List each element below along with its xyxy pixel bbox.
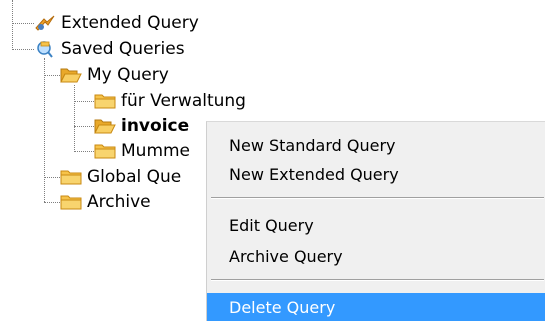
menu-item-label: Archive Query [229,246,343,266]
menu-item-label: Edit Query [229,215,314,235]
tree-node-label: für Verwaltung [121,91,246,111]
tree-node-label: My Query [87,65,169,85]
tree-connector [74,151,94,152]
tree-connector [74,101,94,102]
menu-item-label: New Extended Query [229,164,399,184]
tree-node-archive[interactable]: Archive [60,190,151,214]
menu-item-new-extended-query[interactable]: New Extended Query [207,160,545,188]
folder-icon [94,141,116,161]
tree-connector [74,85,75,152]
menu-separator [211,279,544,281]
saved-queries-icon [34,39,56,59]
context-menu: New Standard Query New Extended Query Ed… [206,121,545,321]
menu-item-label: New Standard Query [229,135,396,155]
extended-query-icon [34,13,56,33]
tree-connector [74,126,94,127]
tree-node-mumme[interactable]: Mumme [94,139,190,163]
tree-node-my-query[interactable]: My Query [60,63,169,87]
folder-icon [60,167,82,187]
folder-icon [94,91,116,111]
tree-connector [12,49,34,50]
open-folder-icon [60,65,82,85]
tree-node-invoice[interactable]: invoice [94,114,189,138]
tree-node-label: Saved Queries [61,39,185,59]
tree-node-label: Mumme [121,141,191,161]
tree-connector [44,202,60,203]
tree-connector [44,177,60,178]
menu-item-new-standard-query[interactable]: New Standard Query [207,131,545,159]
tree-connector [44,75,60,76]
query-tree-panel: Extended Query Saved Queries My Query fü… [0,0,545,321]
tree-connector [44,58,45,202]
tree-node-global-queries[interactable]: Global Que [60,165,181,189]
tree-node-label: Global Que [87,167,182,187]
tree-node-label: Extended Query [61,13,199,33]
tree-node-label: Archive [87,192,151,212]
tree-node-extended-query[interactable]: Extended Query [34,11,199,35]
tree-node-saved-queries[interactable]: Saved Queries [34,37,185,61]
menu-item-label: Delete Query [229,297,336,317]
tree-connector [12,0,13,50]
menu-item-edit-query[interactable]: Edit Query [207,211,545,239]
menu-item-archive-query[interactable]: Archive Query [207,242,545,270]
open-folder-icon [94,116,116,136]
menu-item-delete-query[interactable]: Delete Query [207,293,545,321]
menu-separator [211,197,544,199]
tree-connector [12,23,34,24]
tree-node-fuer-verwaltung[interactable]: für Verwaltung [94,89,246,113]
tree-node-label: invoice [121,116,190,136]
folder-icon [60,192,82,212]
